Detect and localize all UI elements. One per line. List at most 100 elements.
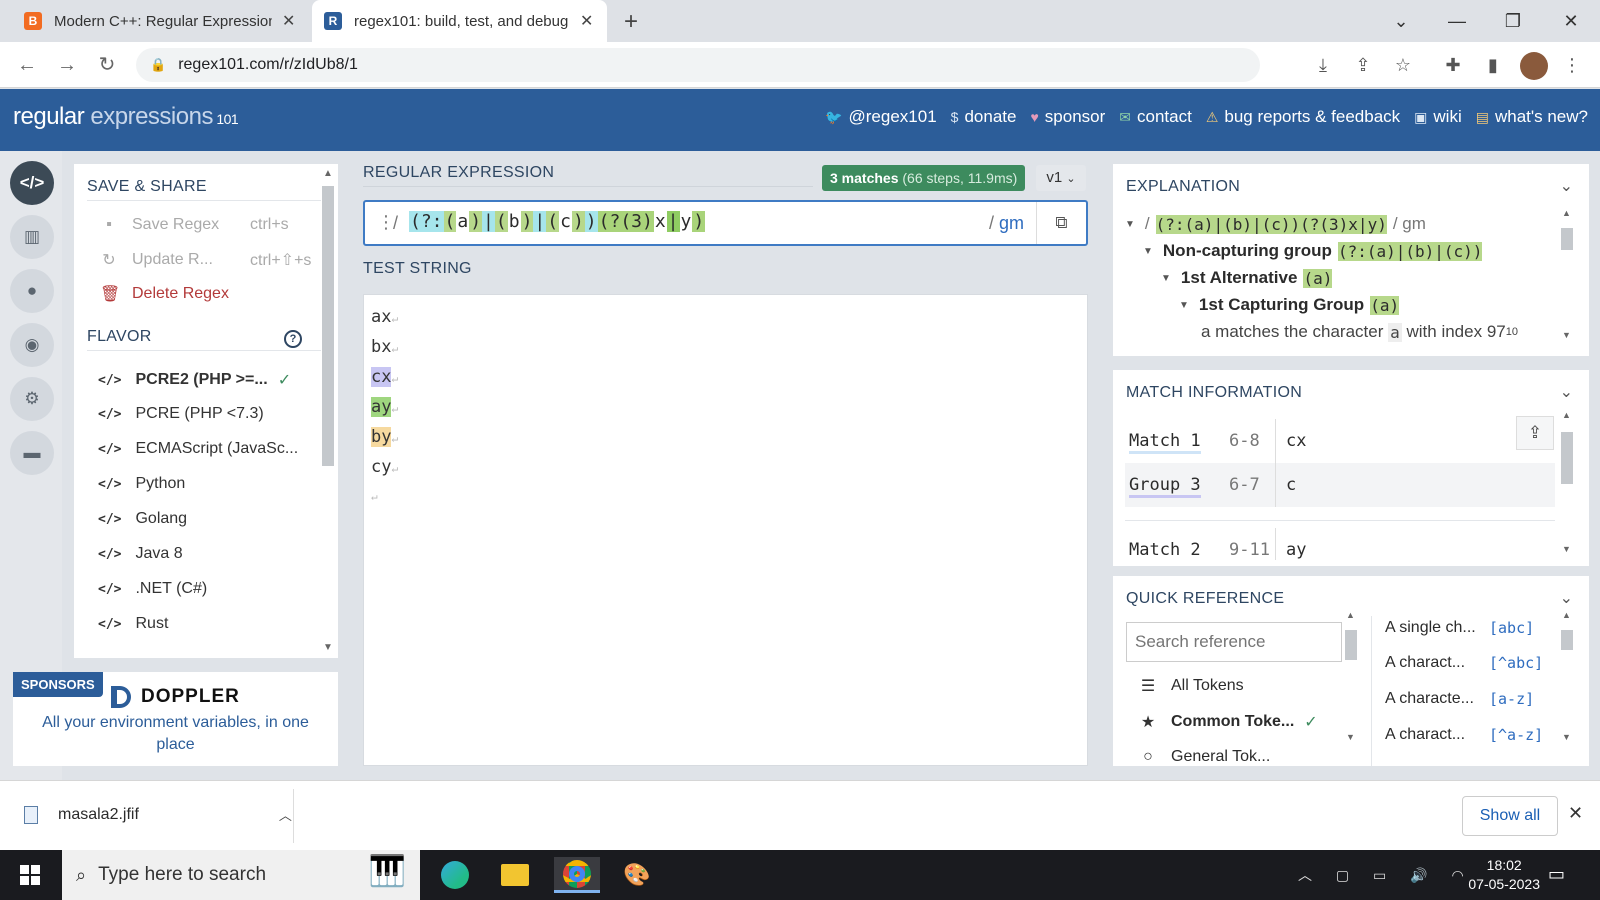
regex-flags[interactable]: / gm xyxy=(989,213,1024,234)
wiki-link[interactable]: ▣ wiki xyxy=(1414,107,1462,127)
regex-input[interactable]: ⋮ / (?:(a) |(b) |(c)) (?(3) x | y) / gm ⧉ xyxy=(363,200,1088,246)
match-scrollbar[interactable]: ▲ ▼ xyxy=(1561,410,1573,556)
scroll-up-icon[interactable]: ▲ xyxy=(323,168,333,179)
flavor-option[interactable]: </> PCRE (PHP <7.3) xyxy=(98,405,264,423)
window-close-icon[interactable]: ✕ xyxy=(1546,6,1596,36)
flavor-option[interactable]: </> Golang xyxy=(98,510,187,528)
reference-item[interactable]: A characte... [a-z] xyxy=(1385,690,1534,708)
flavor-option[interactable]: </> ECMAScript (JavaSc... xyxy=(98,440,298,458)
explanation-node[interactable]: ▼ 1st Alternative (a) xyxy=(1161,268,1333,288)
token-category-selected[interactable]: ★ Common Toke... ✓ xyxy=(1139,712,1318,732)
flavor-option[interactable]: </> .NET (C#) xyxy=(98,580,207,598)
explanation-scrollbar[interactable]: ▲ ▼ xyxy=(1561,208,1573,344)
scroll-thumb[interactable] xyxy=(1561,228,1573,250)
address-bar[interactable]: 🔒 regex101.com/r/zIdUb8/1 xyxy=(136,48,1260,82)
collapse-chevron-icon[interactable]: ⌄ xyxy=(1560,176,1573,196)
flavor-option[interactable]: </> Java 8 xyxy=(98,545,183,563)
chat-icon[interactable]: ▬ xyxy=(10,431,54,475)
menu-kebab-icon[interactable]: ⋮ xyxy=(1561,54,1583,76)
version-dropdown[interactable]: v1 ⌄ xyxy=(1036,165,1086,191)
flavor-option[interactable]: </> PCRE2 (PHP >=... ✓ xyxy=(98,370,291,390)
group-row[interactable]: Group 3 6-7 c xyxy=(1125,463,1555,507)
browser-tab-1[interactable]: B Modern C++: Regular Expression ✕ xyxy=(12,0,307,42)
system-tray-icons[interactable]: ︿ ▢ ▭ 🔊 ◠ xyxy=(1298,865,1474,885)
notification-icon[interactable]: ▭ xyxy=(1548,864,1565,885)
regex-expression[interactable]: (?:(a) |(b) |(c)) (?(3) x | y) xyxy=(409,211,706,232)
profile-avatar[interactable] xyxy=(1520,52,1548,80)
test-string-editor[interactable]: ax↵ bx↵ cx↵ ay↵ by↵ cy↵ ↵ xyxy=(363,294,1088,766)
browser-tab-2-active[interactable]: R regex101: build, test, and debug ✕ xyxy=(312,0,607,42)
back-icon[interactable]: ← xyxy=(13,51,41,79)
explanation-node[interactable]: ▼ 1st Capturing Group (a) xyxy=(1179,295,1400,315)
file-explorer-icon[interactable] xyxy=(492,857,538,893)
download-item[interactable]: masala2.jfif ︿ xyxy=(24,805,292,824)
delete-regex-button[interactable]: 🗑 Delete Regex xyxy=(100,284,229,304)
chevron-up-icon[interactable]: ︿ xyxy=(279,805,292,824)
match-row[interactable]: Match 2 9-11 ay xyxy=(1125,528,1555,560)
sponsor-card[interactable]: SPONSORS DOPPLER All your environment va… xyxy=(13,672,338,766)
collapse-chevron-icon[interactable]: ⌄ xyxy=(1560,588,1573,608)
windows-start-icon[interactable] xyxy=(20,865,40,885)
scroll-down-icon[interactable]: ▼ xyxy=(1562,732,1571,742)
contact-link[interactable]: ✉ contact xyxy=(1119,107,1192,127)
close-tab-icon[interactable]: ✕ xyxy=(580,11,593,31)
reload-icon[interactable]: ↻ xyxy=(93,51,121,79)
search-reference-input[interactable] xyxy=(1126,622,1342,662)
scroll-down-icon[interactable]: ▼ xyxy=(1562,330,1571,340)
explanation-node[interactable]: ▼ Non-capturing group (?:(a)|(b)|(c)) xyxy=(1143,241,1483,261)
token-category[interactable]: ○ General Tok... xyxy=(1139,748,1270,766)
whats-new-link[interactable]: ▤ what's new? xyxy=(1476,107,1588,127)
taskbar-clock[interactable]: 18:02 07-05-2023 xyxy=(1468,856,1540,894)
share-icon[interactable]: ⇪ xyxy=(1352,54,1374,76)
export-share-icon[interactable]: ⇪ xyxy=(1516,416,1554,450)
explanation-root[interactable]: ▼ / (?:(a)|(b)|(c))(?(3)x|y) / gm xyxy=(1125,214,1426,234)
twitter-link[interactable]: 🐦 @regex101 xyxy=(825,107,937,127)
taskbar-search[interactable]: ⌕ Type here to search 🎹 xyxy=(62,850,420,900)
edge-browser-icon[interactable] xyxy=(432,857,478,893)
help-icon[interactable]: ? xyxy=(284,330,302,348)
account-icon[interactable]: ● xyxy=(10,269,54,313)
token-scrollbar[interactable]: ▲ ▼ xyxy=(1345,610,1357,746)
left-panel-scrollbar[interactable]: ▲ ▼ xyxy=(320,168,336,658)
tab-search-chevron-icon[interactable]: ⌄ xyxy=(1376,6,1426,36)
paint-app-icon[interactable]: 🎨 xyxy=(614,857,660,893)
donate-link[interactable]: $ donate xyxy=(951,107,1017,127)
extensions-puzzle-icon[interactable]: ✚ xyxy=(1442,54,1464,76)
scroll-up-icon[interactable]: ▲ xyxy=(1562,610,1571,620)
new-tab-icon[interactable]: + xyxy=(624,8,638,36)
chrome-browser-icon[interactable] xyxy=(554,857,600,893)
scroll-up-icon[interactable]: ▲ xyxy=(1346,610,1355,620)
scroll-up-icon[interactable]: ▲ xyxy=(1562,208,1571,218)
install-app-icon[interactable]: ⤓ xyxy=(1312,54,1334,76)
collapse-chevron-icon[interactable]: ⌄ xyxy=(1560,382,1573,402)
flavor-option[interactable]: </> Rust xyxy=(98,615,168,633)
scroll-thumb[interactable] xyxy=(322,186,334,466)
side-panel-icon[interactable]: ▮ xyxy=(1482,54,1504,76)
code-editor-icon[interactable]: </> xyxy=(10,161,54,205)
update-regex-button[interactable]: ↻ Update R... ctrl+⇧+s xyxy=(100,250,311,270)
scroll-down-icon[interactable]: ▼ xyxy=(1562,544,1571,554)
bug-reports-link[interactable]: ⚠ bug reports & feedback xyxy=(1206,107,1400,127)
sponsor-link[interactable]: ♥ sponsor xyxy=(1030,107,1105,127)
scroll-thumb[interactable] xyxy=(1561,630,1573,650)
token-category[interactable]: ☰ All Tokens xyxy=(1139,676,1244,696)
save-regex-button[interactable]: ▪ Save Regex ctrl+s xyxy=(100,216,289,234)
show-all-button[interactable]: Show all xyxy=(1462,796,1558,836)
settings-gear-icon[interactable]: ⚙ xyxy=(10,377,54,421)
reference-scrollbar[interactable]: ▲ ▼ xyxy=(1561,610,1573,746)
library-icon[interactable]: ▥ xyxy=(10,215,54,259)
quiz-gamepad-icon[interactable]: ◉ xyxy=(10,323,54,367)
close-tab-icon[interactable]: ✕ xyxy=(282,11,295,31)
flavor-option[interactable]: </> Python xyxy=(98,475,185,493)
close-download-bar-icon[interactable]: ✕ xyxy=(1568,803,1583,824)
reference-item[interactable]: A charact... [^a-z] xyxy=(1385,726,1543,744)
site-logo[interactable]: regular expressions 101 xyxy=(13,103,239,131)
scroll-up-icon[interactable]: ▲ xyxy=(1562,410,1571,420)
reference-item[interactable]: A charact... [^abc] xyxy=(1385,654,1543,672)
scroll-thumb[interactable] xyxy=(1561,432,1573,484)
minimize-icon[interactable]: — xyxy=(1432,6,1482,36)
bookmark-star-icon[interactable]: ☆ xyxy=(1392,54,1414,76)
reference-item[interactable]: A single ch... [abc] xyxy=(1385,619,1534,637)
scroll-down-icon[interactable]: ▼ xyxy=(323,642,333,653)
match-row[interactable]: Match 1 6-8 cx xyxy=(1125,419,1555,463)
